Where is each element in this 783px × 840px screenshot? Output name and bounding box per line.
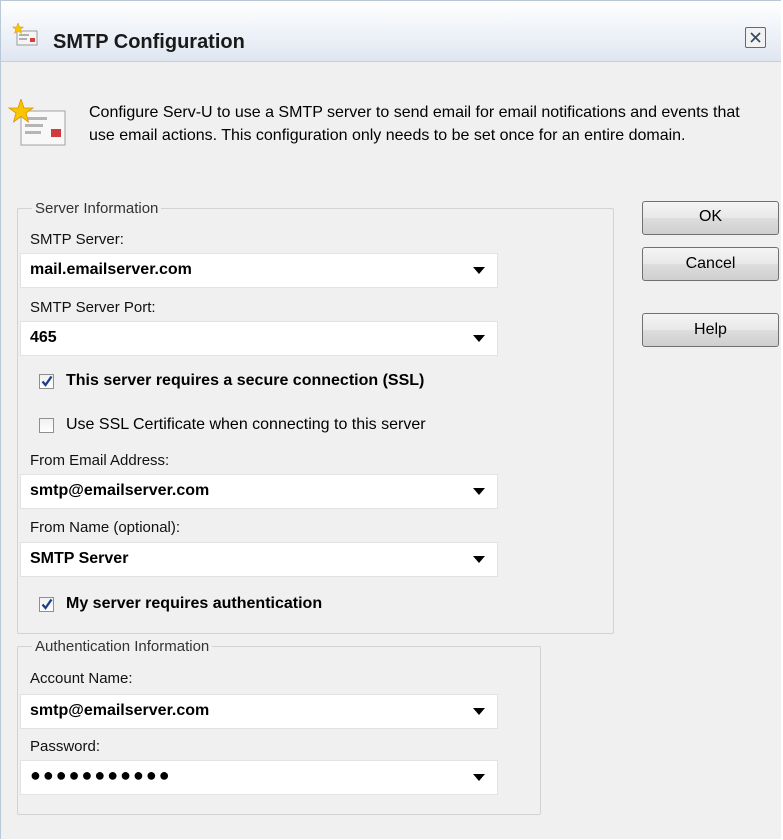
cert-checkbox[interactable] (39, 417, 54, 433)
new-mail-icon (11, 21, 39, 49)
from-email-combo[interactable]: smtp@emailserver.com (20, 474, 498, 509)
from-name-label: From Name (optional): (30, 519, 181, 536)
ssl-checkbox-label: This server requires a secure connection… (66, 372, 425, 389)
checkmark-icon (41, 375, 53, 387)
from-name-combo[interactable]: SMTP Server (20, 542, 498, 577)
smtp-configuration-dialog: SMTP Configuration Configure Serv-U to u… (0, 0, 781, 839)
account-name-value: smtp@emailserver.com (30, 702, 210, 719)
chevron-down-icon (473, 335, 485, 342)
from-name-value: SMTP Server (30, 550, 129, 567)
cert-checkbox-label: Use SSL Certificate when connecting to t… (66, 416, 426, 433)
title-bar: SMTP Configuration (1, 1, 781, 62)
ssl-checkbox[interactable] (39, 373, 54, 389)
chevron-down-icon (473, 267, 485, 274)
new-mail-icon (7, 97, 69, 153)
authentication-information-legend: Authentication Information (35, 638, 210, 655)
cert-checkbox-row[interactable]: Use SSL Certificate when connecting to t… (39, 416, 426, 434)
smtp-server-value: mail.emailserver.com (30, 261, 192, 278)
intro-description: Configure Serv-U to use a SMTP server to… (89, 104, 740, 144)
ssl-checkbox-row[interactable]: This server requires a secure connection… (39, 372, 424, 390)
account-name-label: Account Name: (30, 670, 133, 687)
auth-checkbox[interactable] (39, 596, 54, 612)
smtp-server-combo[interactable]: mail.emailserver.com (20, 253, 498, 288)
chevron-down-icon (473, 488, 485, 495)
auth-checkbox-label: My server requires authentication (66, 595, 323, 612)
from-email-value: smtp@emailserver.com (30, 482, 210, 499)
close-button[interactable] (745, 27, 766, 48)
password-combo[interactable]: ●●●●●●●●●●● (20, 760, 498, 795)
password-value: ●●●●●●●●●●● (30, 765, 172, 785)
chevron-down-icon (473, 774, 485, 781)
smtp-server-label: SMTP Server: (30, 231, 124, 248)
smtp-port-combo[interactable]: 465 (20, 321, 498, 356)
password-label: Password: (30, 738, 101, 755)
smtp-port-label: SMTP Server Port: (30, 299, 156, 316)
smtp-port-value: 465 (30, 329, 57, 346)
server-information-legend: Server Information (35, 200, 159, 217)
ok-button[interactable]: OK (642, 201, 779, 235)
checkmark-icon (41, 598, 53, 610)
from-email-label: From Email Address: (30, 452, 170, 469)
account-name-combo[interactable]: smtp@emailserver.com (20, 694, 498, 729)
chevron-down-icon (473, 556, 485, 563)
close-icon (750, 32, 761, 43)
dialog-title: SMTP Configuration (53, 31, 245, 53)
help-button[interactable]: Help (642, 313, 779, 347)
chevron-down-icon (473, 708, 485, 715)
auth-checkbox-row[interactable]: My server requires authentication (39, 595, 322, 613)
cancel-button[interactable]: Cancel (642, 247, 779, 281)
